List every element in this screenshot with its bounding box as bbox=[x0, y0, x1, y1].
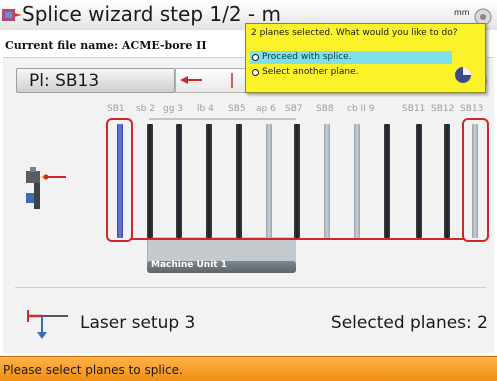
plane-selector-label: Pl: SB13 bbox=[29, 71, 100, 91]
plane-bar[interactable] bbox=[294, 124, 300, 238]
plane-bar[interactable] bbox=[324, 124, 330, 238]
plane-label: SB8 bbox=[316, 104, 334, 114]
plane-bar[interactable] bbox=[176, 124, 182, 238]
machine-unit-tag: Machine Unit 1 bbox=[147, 260, 296, 273]
radio-icon bbox=[252, 69, 259, 76]
current-file-label: Current file name: ACME-bore II bbox=[5, 39, 207, 52]
laser-setup-label: Laser setup 3 bbox=[80, 313, 196, 333]
plane-bar[interactable] bbox=[354, 124, 360, 238]
status-message: Please select planes to splice. bbox=[3, 363, 183, 377]
laser-setup-icon bbox=[27, 310, 68, 339]
plane-label: SB11 bbox=[402, 104, 426, 114]
selection-box-sb1 bbox=[106, 118, 133, 242]
option-proceed-splice[interactable]: Proceed with splice. bbox=[250, 51, 452, 64]
plane-bar[interactable] bbox=[147, 124, 153, 238]
plane-bar[interactable] bbox=[206, 124, 212, 238]
divider bbox=[15, 287, 486, 288]
laser-device-icon bbox=[26, 167, 66, 209]
selected-planes-count: Selected planes: 2 bbox=[330, 313, 488, 333]
plane-label: sb 2 bbox=[136, 104, 155, 114]
machine-unit-bracket bbox=[149, 118, 296, 120]
plane-bar[interactable] bbox=[236, 124, 242, 238]
plane-label: SB7 bbox=[285, 104, 303, 114]
unit-indicator: mm bbox=[454, 8, 470, 17]
selection-box-sb13 bbox=[462, 118, 489, 242]
plane-label: cb II 9 bbox=[347, 104, 375, 114]
plane-label: gg 3 bbox=[163, 104, 184, 114]
plane-bar[interactable] bbox=[384, 124, 390, 238]
splice-wizard-icon bbox=[2, 9, 22, 21]
status-bar: Please select planes to splice. bbox=[0, 356, 497, 381]
plane-label: SB13 bbox=[460, 104, 484, 114]
popup-question: 2 planes selected. What would you like t… bbox=[251, 28, 458, 38]
plane-bar[interactable] bbox=[444, 124, 450, 238]
radio-icon bbox=[252, 54, 259, 61]
plane-selector[interactable]: Pl: SB13 bbox=[16, 68, 175, 93]
option-proceed-label: Proceed with splice. bbox=[262, 52, 352, 62]
machine-unit-label: Machine Unit 1 bbox=[151, 260, 227, 270]
plane-label: SB12 bbox=[431, 104, 455, 114]
laser-arrow-icon bbox=[180, 73, 233, 88]
splice-popup: 2 planes selected. What would you like t… bbox=[245, 23, 486, 93]
plane-label: SB1 bbox=[107, 104, 125, 114]
option-select-another-label: Select another plane. bbox=[262, 67, 359, 77]
plane-bar[interactable] bbox=[416, 124, 422, 238]
option-select-another[interactable]: Select another plane. bbox=[250, 66, 452, 79]
plane-label: SB5 bbox=[228, 104, 246, 114]
plane-bar[interactable] bbox=[266, 124, 272, 238]
window-title: Splice wizard step 1/2 - m bbox=[22, 2, 281, 26]
plane-label: lb 4 bbox=[197, 104, 214, 114]
confirm-dial-icon[interactable] bbox=[454, 66, 472, 84]
selection-connector bbox=[131, 238, 464, 240]
plane-label: ap 6 bbox=[256, 104, 276, 114]
